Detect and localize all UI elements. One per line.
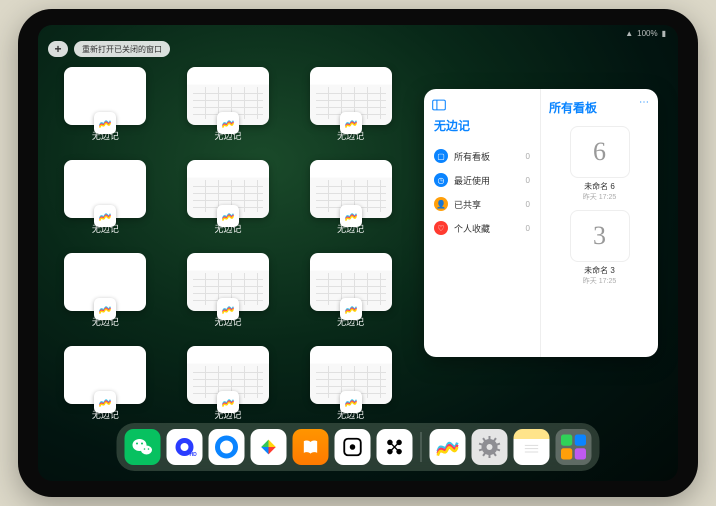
freeform-icon [94,112,116,134]
sidebar-toggle-icon[interactable] [432,99,446,111]
dock-app-settings[interactable] [472,429,508,465]
dock-app-books[interactable] [293,429,329,465]
menu-icon: ▢ [434,149,448,163]
menu-icon: ♡ [434,221,448,235]
menu-count: 0 [526,224,530,233]
board-card[interactable]: 6 未命名 6 昨天 17:25 [549,126,650,202]
menu-label: 已共享 [454,198,520,211]
board-date: 昨天 17:25 [549,276,650,286]
freeform-icon [340,298,362,320]
window-thumb[interactable]: 无边记 [58,67,153,142]
dock-app-app-library[interactable] [556,429,592,465]
battery-text: 100% [637,29,657,38]
menu-label: 最近使用 [454,174,520,187]
freeform-icon [94,205,116,227]
top-controls: + 重新打开已关闭的窗口 [48,41,170,57]
wifi-icon: ▲ [625,29,633,38]
dock-app-play[interactable] [251,429,287,465]
dock-app-freeform[interactable] [430,429,466,465]
freeform-icon [217,205,239,227]
menu-label: 个人收藏 [454,222,520,235]
freeform-icon [217,112,239,134]
new-window-button[interactable]: + [48,41,68,57]
menu-count: 0 [526,152,530,161]
freeform-icon [94,298,116,320]
menu-count: 0 [526,176,530,185]
window-thumb[interactable]: 无边记 [181,346,276,421]
freeform-icon [340,391,362,413]
freeform-icon [217,391,239,413]
dock-app-wechat[interactable] [125,429,161,465]
screen: ▲ 100% ▮ + 重新打开已关闭的窗口 无边记 无边记 无边记 无边记 无边… [38,25,678,481]
reopen-closed-window-button[interactable]: 重新打开已关闭的窗口 [74,41,170,57]
window-thumb[interactable]: 无边记 [303,253,398,328]
board-date: 昨天 17:25 [549,192,650,202]
window-thumb[interactable]: 无边记 [58,346,153,421]
status-bar: ▲ 100% ▮ [625,29,666,38]
panel-right-title: 所有看板 [549,99,650,116]
window-thumb[interactable]: 无边记 [303,67,398,142]
freeform-panel: 无边记 ▢ 所有看板 0 ◷ 最近使用 0 👤 已共享 0 ♡ 个人收藏 0 ⋯… [424,89,658,357]
menu-icon: 👤 [434,197,448,211]
sidebar-item[interactable]: ◷ 最近使用 0 [432,168,532,192]
dock-app-browser[interactable] [209,429,245,465]
battery-icon: ▮ [662,29,666,38]
window-thumb[interactable]: 无边记 [181,253,276,328]
freeform-icon [94,391,116,413]
window-thumb[interactable]: 无边记 [58,160,153,235]
board-card[interactable]: 3 未命名 3 昨天 17:25 [549,210,650,286]
sidebar-item[interactable]: ▢ 所有看板 0 [432,144,532,168]
window-thumb[interactable]: 无边记 [303,346,398,421]
window-thumb[interactable]: 无边记 [58,253,153,328]
panel-title: 无边记 [434,117,532,134]
board-preview: 6 [570,126,630,178]
board-preview: 3 [570,210,630,262]
dock-app-quark[interactable]: HD [167,429,203,465]
sidebar-item[interactable]: ♡ 个人收藏 0 [432,216,532,240]
freeform-icon [217,298,239,320]
freeform-icon [340,112,362,134]
ipad-frame: ▲ 100% ▮ + 重新打开已关闭的窗口 无边记 无边记 无边记 无边记 无边… [18,9,698,497]
windows-grid: 无边记 无边记 无边记 无边记 无边记 无边记 无边记 无边记 无边记 无边记 … [58,67,398,421]
window-thumb[interactable]: 无边记 [181,67,276,142]
menu-count: 0 [526,200,530,209]
dock-app-dice[interactable] [335,429,371,465]
window-thumb[interactable]: 无边记 [303,160,398,235]
sidebar-item[interactable]: 👤 已共享 0 [432,192,532,216]
svg-text:HD: HD [190,452,197,458]
board-name: 未命名 3 [549,265,650,276]
window-thumb[interactable]: 无边记 [181,160,276,235]
panel-sidebar: 无边记 ▢ 所有看板 0 ◷ 最近使用 0 👤 已共享 0 ♡ 个人收藏 0 [424,89,541,357]
board-name: 未命名 6 [549,181,650,192]
more-button[interactable]: ⋯ [639,97,650,108]
panel-content: ⋯ 所有看板 6 未命名 6 昨天 17:25 3 未命名 3 昨天 17:25 [541,89,658,357]
dock-separator [421,432,422,462]
menu-icon: ◷ [434,173,448,187]
freeform-icon [340,205,362,227]
menu-label: 所有看板 [454,150,520,163]
dock-app-connect[interactable] [377,429,413,465]
dock-app-notes[interactable] [514,429,550,465]
dock: HD [117,423,600,471]
